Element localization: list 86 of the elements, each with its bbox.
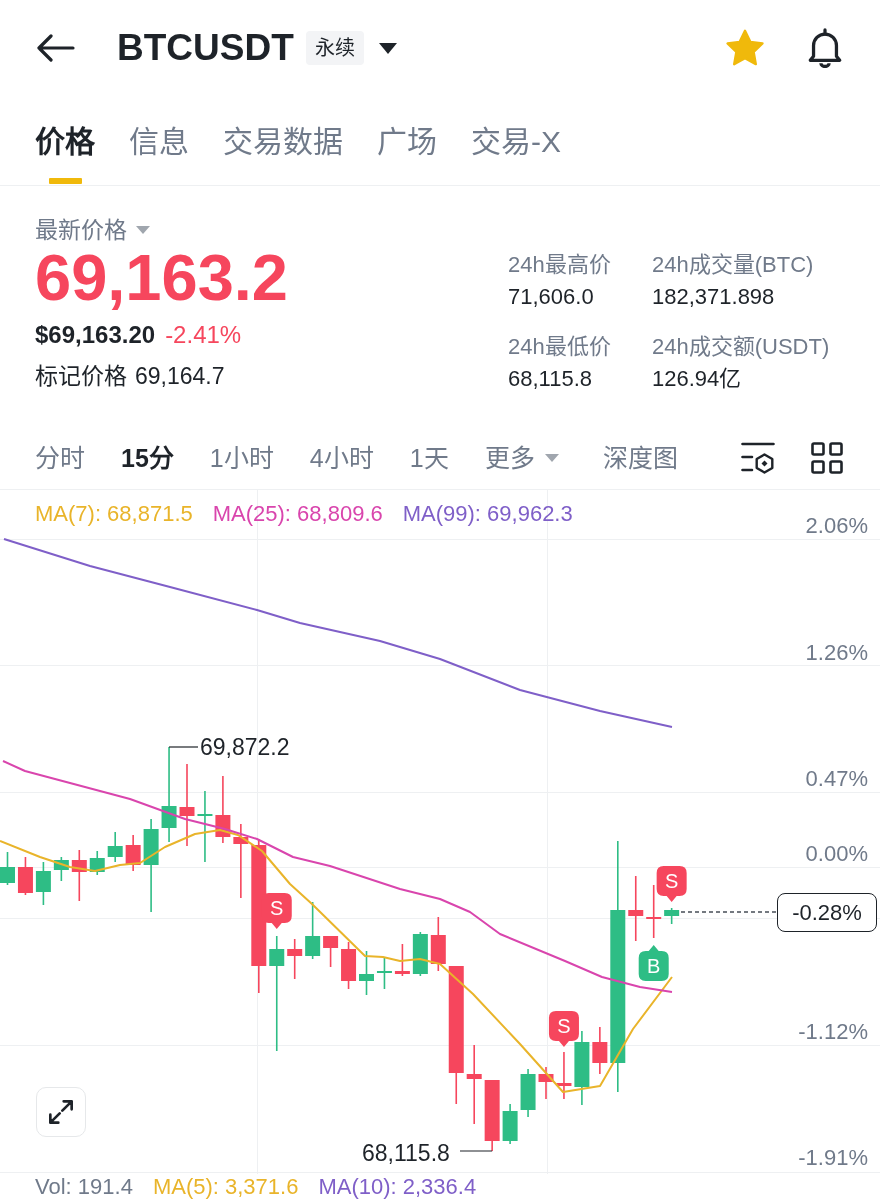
candlestick <box>502 1104 518 1144</box>
contract-type-badge: 永续 <box>305 31 364 65</box>
low-price-label: 68,115.8 <box>362 1141 450 1165</box>
grid-icon[interactable] <box>811 441 843 474</box>
back-icon[interactable] <box>37 34 75 62</box>
volume-legend-value: Vol: 191.4 <box>35 1174 133 1199</box>
candlestick <box>646 885 662 938</box>
caret-down-icon <box>136 226 150 234</box>
candlestick <box>341 942 357 989</box>
candlestick <box>664 908 680 924</box>
moving-average-value: MA(99): 69,962.3 <box>402 501 573 527</box>
current-price-tag: -0.28% <box>777 893 877 932</box>
candlestick <box>520 1069 536 1117</box>
candlestick <box>484 1080 500 1151</box>
candlestick <box>125 835 141 871</box>
candlestick <box>107 832 123 862</box>
stat-label: 24h最高价 <box>508 251 612 279</box>
candlestick <box>0 852 15 885</box>
caret-down-icon <box>544 453 559 462</box>
candlestick <box>287 939 303 979</box>
interval-tab[interactable]: 1小时 <box>209 442 274 473</box>
usd-price: $69,163.20 <box>35 321 156 349</box>
candlestick <box>197 791 213 862</box>
axis-label: 1.26% <box>805 641 868 665</box>
interval-tab[interactable]: 15分 <box>121 442 174 473</box>
last-price: 69,163.2 <box>35 245 289 311</box>
candlestick <box>394 944 410 976</box>
high-price-label: 69,872.2 <box>200 735 290 759</box>
axis-label: -1.12% <box>798 1020 868 1044</box>
stat-value: 68,115.8 <box>508 365 593 393</box>
sell-marker: S <box>656 866 687 902</box>
caret-down-icon[interactable] <box>378 42 397 54</box>
mark-price-label: 标记价格 <box>35 362 127 390</box>
moving-average-value: MA(7): 68,871.5 <box>35 501 193 527</box>
price-type-dropdown[interactable]: 最新价格 <box>35 216 150 244</box>
candlestick <box>592 1027 608 1074</box>
buy-marker: B <box>638 945 669 981</box>
depth-chart-tab[interactable]: 深度图 <box>602 442 678 473</box>
stat-value: 71,606.0 <box>508 283 595 311</box>
expand-button[interactable] <box>36 1087 86 1137</box>
interval-tab[interactable]: 4小时 <box>309 442 374 473</box>
candlestick <box>215 776 231 843</box>
interval-tab[interactable]: 分时 <box>35 442 85 473</box>
candlestick <box>376 957 392 989</box>
candlestick <box>538 1067 554 1099</box>
candlestick <box>53 857 69 881</box>
bell-icon[interactable] <box>807 28 843 68</box>
stat-value: 182,371.898 <box>652 283 776 311</box>
more-dropdown[interactable]: 更多 <box>484 442 559 473</box>
axis-label: -1.91% <box>798 1146 868 1170</box>
candlestick <box>35 862 51 905</box>
interval-tab[interactable]: 1天 <box>409 442 449 473</box>
volume-legend-value: MA(5): 3,371.6 <box>152 1174 299 1199</box>
settings-icon[interactable] <box>741 441 775 474</box>
stat-label: 24h最低价 <box>508 333 612 361</box>
price-change: -2.41% <box>165 321 242 349</box>
axis-label: 0.47% <box>805 767 868 791</box>
expand-icon <box>49 1100 73 1124</box>
candlestick <box>17 857 33 895</box>
tab[interactable]: 交易-X <box>471 96 561 185</box>
candlestick <box>412 932 428 976</box>
volume-legend-value: MA(10): 2,336.4 <box>318 1174 477 1199</box>
tab[interactable]: 交易数据 <box>223 96 343 185</box>
candlestick <box>556 1052 572 1099</box>
tab[interactable]: 广场 <box>377 96 437 185</box>
stat-label: 24h成交量(BTC) <box>652 251 815 279</box>
candlestick <box>71 850 87 901</box>
star-icon[interactable] <box>725 29 765 67</box>
stat-label: 24h成交额(USDT) <box>652 333 830 361</box>
tab[interactable]: 信息 <box>129 96 189 185</box>
axis-label: 2.06% <box>805 514 868 538</box>
candlestick <box>305 902 321 959</box>
sell-marker: S <box>548 1011 579 1047</box>
candlestick <box>323 936 339 967</box>
leader-line <box>168 746 199 748</box>
moving-average-value: MA(25): 68,809.6 <box>212 501 383 527</box>
stat-value: 126.94亿 <box>652 365 743 393</box>
symbol-title: BTCUSDT <box>117 26 294 70</box>
candlestick <box>359 951 374 995</box>
candlestick <box>89 851 105 875</box>
tab[interactable]: 价格 <box>35 96 95 185</box>
axis-label: 0.00% <box>805 842 868 866</box>
mark-price-value: 69,164.7 <box>135 362 225 390</box>
leader-line <box>459 1150 493 1152</box>
candlestick <box>628 876 644 941</box>
candlestick <box>430 917 446 971</box>
